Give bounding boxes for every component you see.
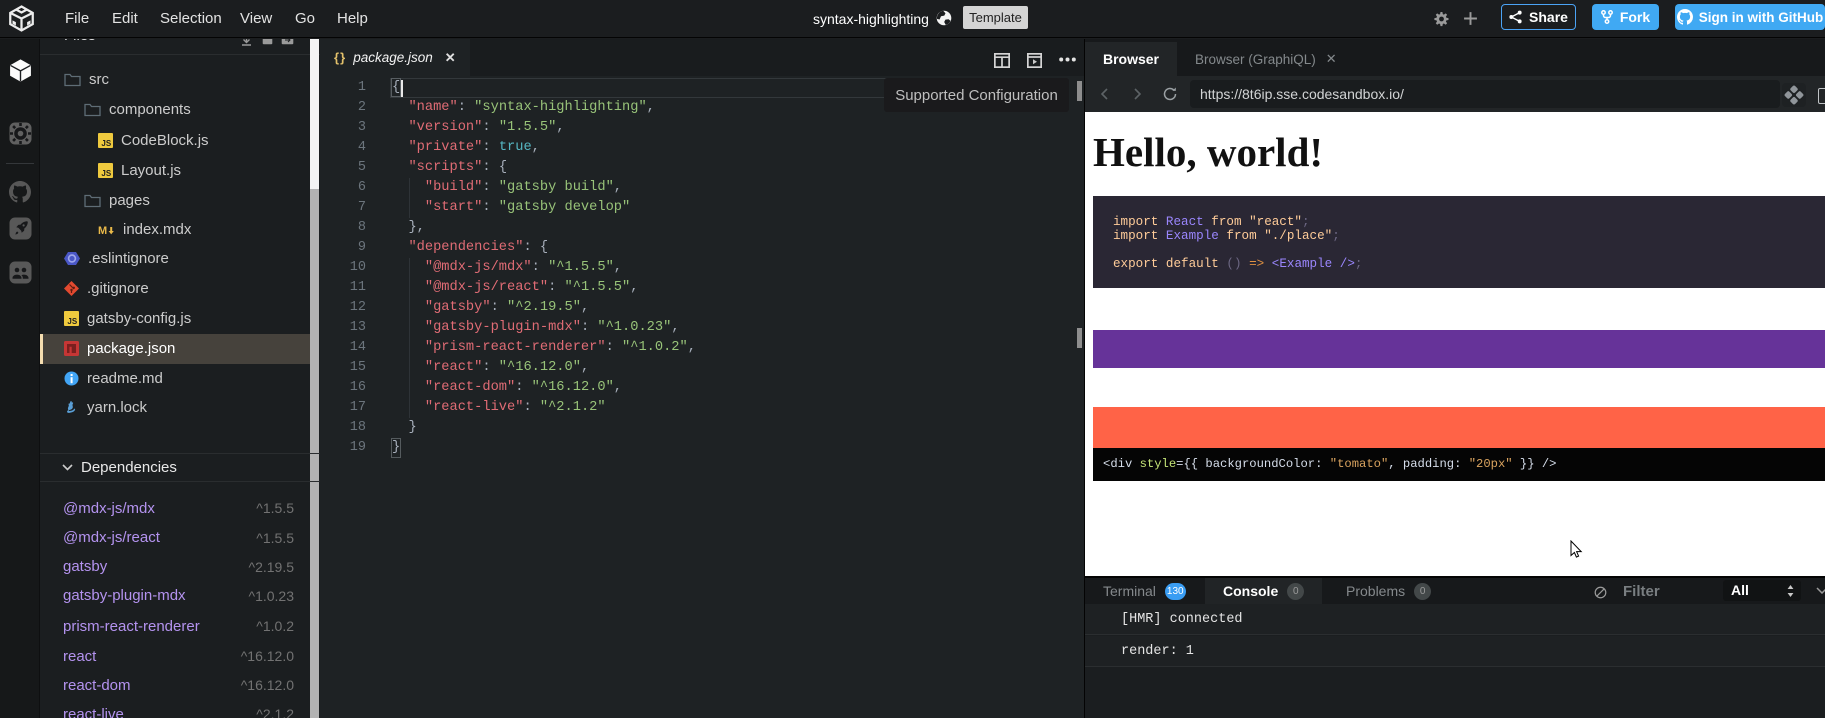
svg-text:M: M (98, 225, 107, 236)
svg-text:JS: JS (101, 169, 111, 178)
svg-text:JS: JS (101, 139, 111, 148)
svg-text:JS: JS (67, 317, 77, 326)
